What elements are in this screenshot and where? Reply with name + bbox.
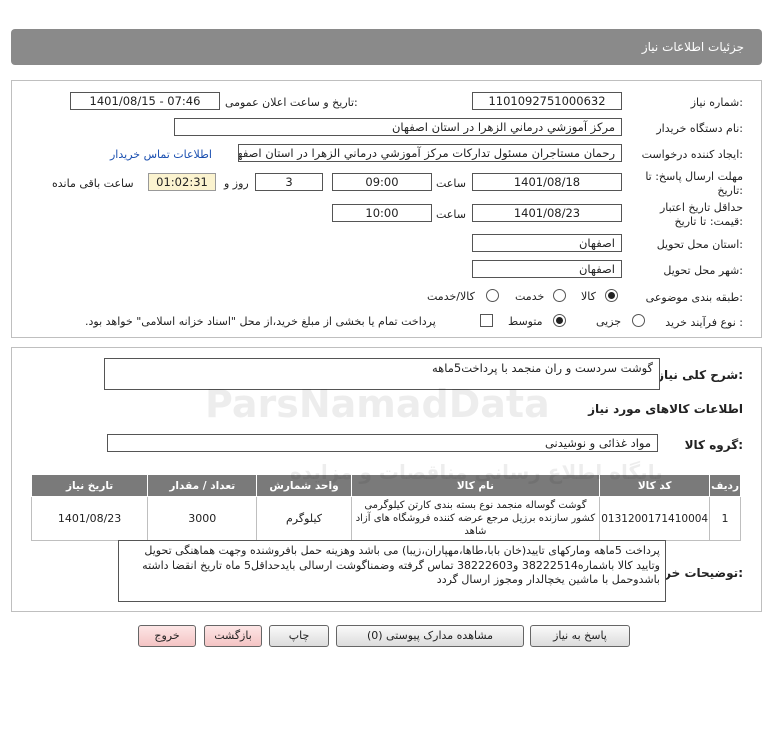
delivery-province-field: اصفهان — [472, 234, 622, 252]
category-radio-goods[interactable] — [605, 289, 618, 302]
items-table: ردیف کد کالا نام کالا واحد شمارش تعداد /… — [30, 474, 741, 541]
reply-button[interactable]: پاسخ به نیاز — [530, 625, 630, 647]
print-button[interactable]: چاپ — [269, 625, 329, 647]
items-table-header: ردیف کد کالا نام کالا واحد شمارش تعداد /… — [30, 474, 741, 497]
col-row: ردیف — [709, 474, 741, 497]
group-field: مواد غذائی و نوشیدنی — [107, 434, 658, 452]
category-radio-service[interactable] — [553, 289, 566, 302]
summary-label: شرح کلی نیاز: — [657, 368, 743, 382]
deadline-label-2: تاریخ: — [717, 184, 743, 197]
remaining-time-field: 01:02:31 — [148, 173, 216, 191]
delivery-city-label: شهر محل تحویل: — [663, 264, 743, 277]
validity-date-field: 1401/08/23 — [472, 204, 622, 222]
cell-code: 0131200171410004 — [599, 496, 711, 541]
cell-index: 1 — [709, 496, 741, 541]
category-option-service: خدمت — [515, 290, 545, 303]
process-option-minor: جزیی — [596, 315, 622, 328]
creator-label: ایجاد کننده درخواست: — [641, 148, 743, 161]
days-field: 3 — [255, 173, 323, 191]
payment-note: پرداخت تمام یا بخشی از مبلغ خرید،از محل … — [85, 315, 436, 328]
announce-date-label: تاریخ و ساعت اعلان عمومی: — [225, 96, 358, 109]
days-label: روز و — [224, 177, 249, 190]
page-title: جزئیات اطلاعات نیاز — [641, 40, 744, 54]
col-unit: واحد شمارش — [256, 474, 352, 497]
back-button[interactable]: بازگشت — [204, 625, 262, 647]
process-radio-medium[interactable] — [553, 314, 566, 327]
attachments-button[interactable]: مشاهده مدارک پیوستی (0) — [336, 625, 524, 647]
col-name: نام کالا — [350, 474, 601, 497]
exit-button[interactable]: خروج — [138, 625, 196, 647]
validity-label-2: قیمت: تا تاریخ: — [674, 215, 743, 228]
deadline-date-field: 1401/08/18 — [472, 173, 622, 191]
remaining-time-label: ساعت باقی مانده — [52, 177, 134, 190]
validity-time-label: ساعت — [436, 208, 466, 221]
treasury-checkbox[interactable] — [480, 314, 493, 327]
deadline-time-field: 09:00 — [332, 173, 432, 191]
group-label: گروه کالا: — [684, 438, 743, 452]
cell-unit: کیلوگرم — [256, 496, 352, 541]
buyer-contact-link[interactable]: اطلاعات تماس خریدار — [110, 148, 212, 161]
page-header: جزئیات اطلاعات نیاز — [11, 29, 762, 65]
validity-label-1: حداقل تاریخ اعتبار — [659, 201, 743, 214]
col-code: کد کالا — [599, 474, 711, 497]
buyer-org-label: نام دستگاه خریدار: — [656, 122, 743, 135]
delivery-city-field: اصفهان — [472, 260, 622, 278]
announce-date-field: 1401/08/15 - 07:46 — [70, 92, 220, 110]
creator-field: رحمان مستاجران مسئول تداركات مركز آموزشي… — [238, 144, 622, 162]
deadline-label-1: مهلت ارسال پاسخ: تا — [645, 170, 743, 183]
buyer-desc-field: پرداخت 5ماهه ومارکهای تایید(خان بابا،طاه… — [118, 540, 666, 602]
delivery-province-label: استان محل تحویل: — [656, 238, 743, 251]
validity-time-field: 10:00 — [332, 204, 432, 222]
process-option-medium: متوسط — [508, 315, 543, 328]
process-radio-minor[interactable] — [632, 314, 645, 327]
need-number-field: 1101092751000632 — [472, 92, 622, 110]
cell-date: 1401/08/23 — [30, 496, 149, 541]
summary-field: گوشت سردست و ران منجمد با پرداخت5ماهه — [104, 358, 660, 390]
deadline-time-label: ساعت — [436, 177, 466, 190]
table-row: 1 0131200171410004 گوشت گوساله منجمد نوع… — [30, 496, 741, 541]
process-label: نوع فرآیند خرید : — [665, 316, 743, 329]
category-label: طبقه بندی موضوعی: — [645, 291, 743, 304]
col-date: تاریخ نیاز — [30, 474, 149, 497]
items-info-title: اطلاعات کالاهای مورد نیاز — [588, 402, 743, 416]
col-qty: تعداد / مقدار — [147, 474, 258, 497]
cell-name: گوشت گوساله منجمد نوع بسته بندی کارتن کی… — [350, 496, 601, 541]
cell-qty: 3000 — [147, 496, 258, 541]
category-option-goods-service: کالا/خدمت — [427, 290, 475, 303]
category-radio-goods-service[interactable] — [486, 289, 499, 302]
need-number-label: شماره نیاز: — [690, 96, 743, 109]
category-option-goods: کالا — [581, 290, 596, 303]
buyer-org-field: مرکز آموزشي درماني الزهرا در استان اصفها… — [174, 118, 622, 136]
